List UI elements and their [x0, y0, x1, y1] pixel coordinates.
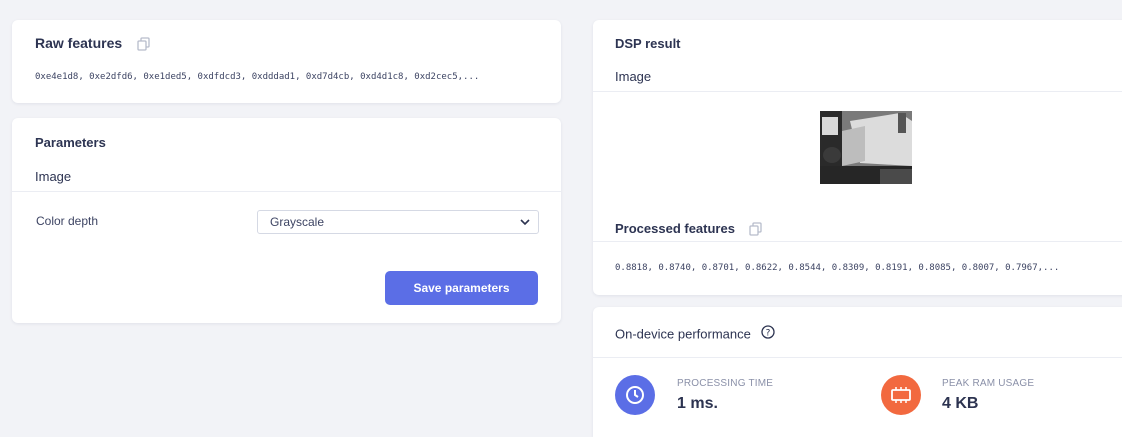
peak-ram-value: 4 KB: [942, 395, 979, 412]
parameters-card: Parameters Image Color depth Grayscale S…: [12, 118, 561, 323]
top-strip: [0, 0, 1122, 14]
clock-icon: [615, 375, 655, 415]
dsp-divider: [593, 91, 1122, 92]
chevron-down-icon: [520, 211, 530, 240]
raw-features-values: 0xe4e1d8, 0xe2dfd6, 0xe1ded5, 0xdfdcd3, …: [35, 72, 480, 82]
processed-features-values: 0.8818, 0.8740, 0.8701, 0.8622, 0.8544, …: [615, 263, 1060, 273]
color-depth-label: Color depth: [36, 214, 99, 228]
raw-features-card: Raw features 0xe4e1d8, 0xe2dfd6, 0xe1ded…: [12, 20, 561, 103]
save-parameters-button[interactable]: Save parameters: [385, 271, 538, 305]
processing-time-label: PROCESSING TIME: [677, 378, 774, 389]
color-depth-value: Grayscale: [270, 215, 325, 229]
memory-chip-icon: [881, 375, 921, 415]
help-circle-icon[interactable]: ?: [761, 325, 775, 344]
parameters-image-heading: Image: [35, 169, 72, 184]
svg-text:?: ?: [766, 329, 771, 339]
dsp-result-card: DSP result Image Processed features 0.88…: [593, 20, 1122, 295]
raw-features-title: Raw features: [35, 35, 123, 51]
dsp-result-title: DSP result: [615, 36, 681, 51]
dsp-image-heading: Image: [615, 69, 652, 84]
performance-divider: [593, 357, 1122, 358]
processed-divider: [593, 241, 1122, 242]
processed-features-title: Processed features: [615, 221, 735, 236]
color-depth-select[interactable]: Grayscale: [257, 210, 539, 234]
processed-image-preview: [820, 111, 912, 184]
copy-icon[interactable]: [749, 222, 763, 236]
processing-time-value: 1 ms.: [677, 395, 718, 412]
performance-title: On-device performance: [615, 326, 751, 342]
peak-ram-label: PEAK RAM USAGE: [942, 378, 1035, 389]
parameters-divider: [12, 191, 561, 192]
performance-card: On-device performance ? PROCESSING TIME …: [593, 307, 1122, 437]
copy-icon[interactable]: [136, 37, 151, 51]
parameters-title: Parameters: [35, 135, 106, 150]
